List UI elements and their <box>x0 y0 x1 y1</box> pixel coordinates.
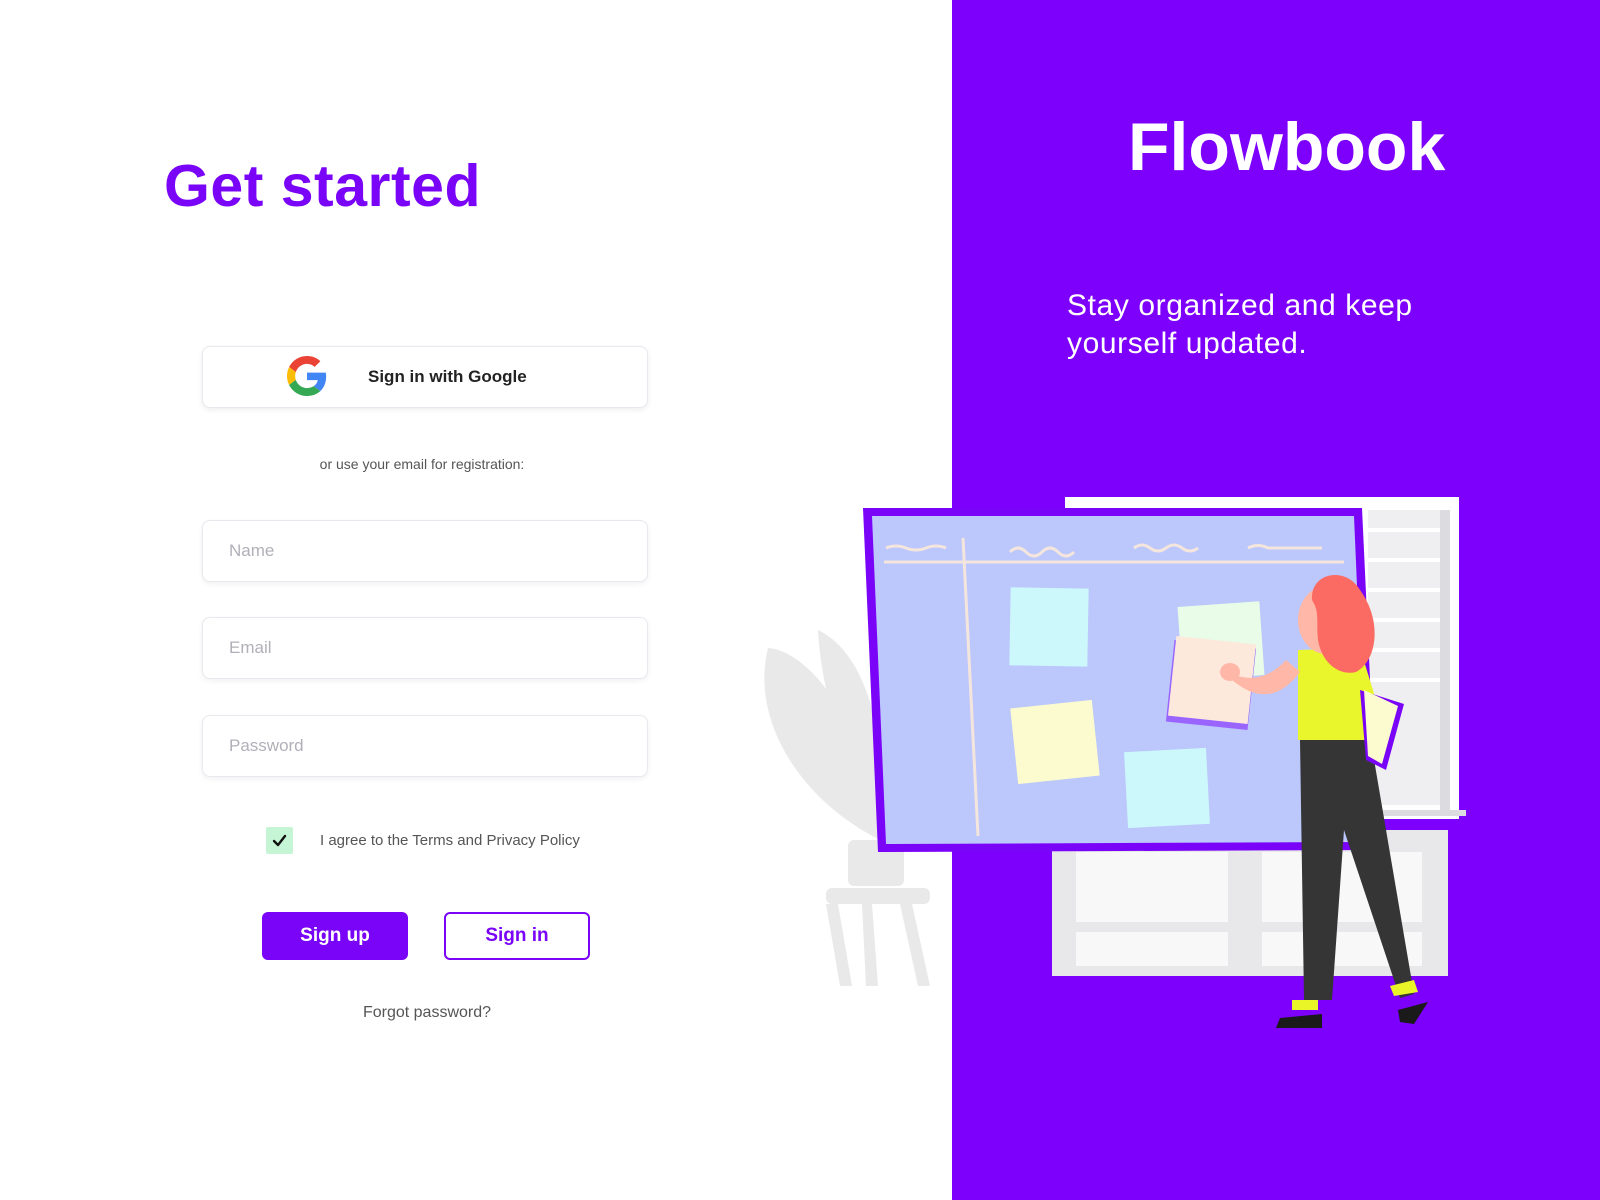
email-field[interactable] <box>202 617 648 679</box>
forgot-password-link[interactable]: Forgot password? <box>327 1004 527 1022</box>
google-signin-button[interactable]: Sign in with Google <box>202 346 648 408</box>
registration-hint: or use your email for registration: <box>319 456 525 472</box>
sign-up-button[interactable]: Sign up <box>262 912 408 960</box>
name-field[interactable] <box>202 520 648 582</box>
plant-illustration <box>764 630 930 986</box>
google-g-icon <box>287 356 327 396</box>
page-title: Get started <box>164 153 481 219</box>
password-field[interactable] <box>202 715 648 777</box>
checkmark-icon <box>272 834 287 847</box>
brand-tagline: Stay organized and keep yourself updated… <box>1067 289 1413 360</box>
terms-label: I agree to the Terms and Privacy Policy <box>320 832 580 849</box>
terms-checkbox[interactable] <box>266 827 293 854</box>
google-signin-label: Sign in with Google <box>368 367 527 386</box>
sign-in-button[interactable]: Sign in <box>444 912 590 960</box>
brand-name: Flowbook <box>1128 109 1446 185</box>
